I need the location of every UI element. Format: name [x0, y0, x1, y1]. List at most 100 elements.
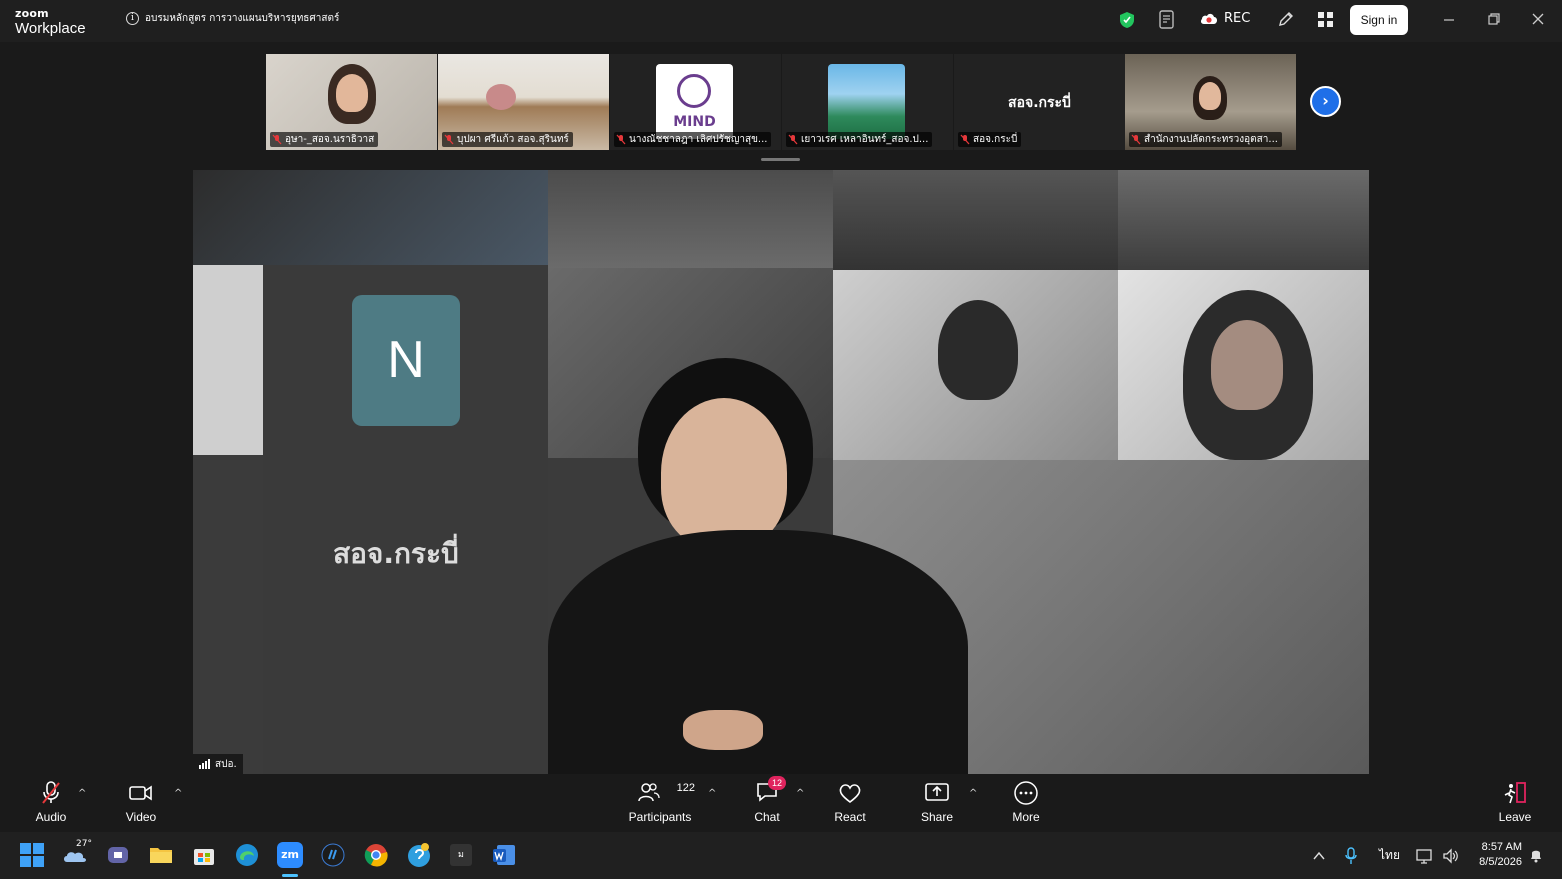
gallery-strip: อุษา-_สอจ.นราธิวาส บุปผา ศรีแก้ว สอจ.สุร…: [0, 42, 1562, 168]
app-window-icon[interactable]: ม: [450, 844, 472, 866]
sign-in-button[interactable]: Sign in: [1350, 5, 1408, 35]
mind-avatar: MIND: [656, 64, 733, 139]
video-options-caret[interactable]: ^: [174, 788, 182, 799]
microphone-icon: [1345, 846, 1357, 864]
windows-taskbar: 27° zm ม ไทย 8:57 AM 8/5/2026: [0, 832, 1562, 879]
microphone-tray[interactable]: [1344, 832, 1358, 879]
participant-face: [336, 74, 368, 112]
zoom-app-icon[interactable]: zm: [277, 842, 303, 868]
chrome-browser-icon[interactable]: [363, 842, 389, 868]
video-cell: [193, 265, 263, 455]
teams-meet-icon[interactable]: [105, 842, 131, 868]
signal-bars-icon: [199, 759, 210, 769]
react-button[interactable]: React: [830, 780, 870, 824]
participant-name: อุษา-_สอจ.นราธิวาส: [285, 134, 375, 145]
notification-bell-icon[interactable]: [1528, 847, 1544, 863]
file-explorer-icon[interactable]: [148, 842, 174, 868]
speaker-face: [661, 398, 787, 548]
video-button[interactable]: Video: [120, 780, 162, 824]
notes-icon[interactable]: [1158, 10, 1176, 30]
audio-options-caret[interactable]: ^: [78, 788, 86, 799]
main-video[interactable]: N สอจ.กระบี่ สปอ.: [193, 170, 1369, 774]
edge-browser-icon[interactable]: [234, 842, 260, 868]
video-camera-icon: [129, 785, 152, 801]
more-button[interactable]: More: [1006, 780, 1046, 824]
participant-tile[interactable]: บุปผา ศรีแก้ว สอจ.สุรินทร์: [438, 54, 609, 150]
participant-name-tag: อุษา-_สอจ.นราธิวาส: [270, 132, 379, 147]
more-dots-icon: [1014, 781, 1038, 805]
strip-resize-handle[interactable]: [761, 158, 800, 161]
mic-off-icon: [444, 134, 454, 145]
participant-center-label: สอจ.กระบี่: [1008, 95, 1071, 111]
chat-label: Chat: [754, 810, 780, 824]
participant-tile[interactable]: อุษา-_สอจ.นราธิวาส: [266, 54, 437, 150]
audio-label: Audio: [35, 810, 67, 824]
rec-label: REC: [1224, 11, 1251, 26]
share-button[interactable]: Share: [917, 780, 957, 824]
mic-off-icon: [616, 134, 626, 145]
hp-app-icon[interactable]: [320, 842, 346, 868]
participants-count: 122: [676, 782, 695, 794]
leave-button[interactable]: Leave: [1495, 780, 1535, 824]
language-label: ไทย: [1379, 848, 1400, 862]
restore-icon[interactable]: [1487, 12, 1501, 26]
participants-options-caret[interactable]: ^: [708, 788, 716, 799]
flower-vase: [486, 84, 516, 110]
rec-indicator[interactable]: REC: [1200, 11, 1250, 26]
language-indicator[interactable]: ไทย: [1379, 832, 1400, 879]
participant-tile[interactable]: สำนักงานปลัดกระทรวงอุตสา...: [1125, 54, 1296, 150]
video-label: Video: [125, 810, 157, 824]
react-label: React: [834, 810, 866, 824]
participant-name: นางณัชชาลฎา เลิศปรัชญาสุข...: [629, 134, 768, 145]
minimize-icon[interactable]: [1442, 12, 1456, 26]
participant-name: สำนักงานปลัดกระทรวงอุตสา...: [1144, 134, 1278, 145]
meeting-title[interactable]: i อบรมหลักสูตร การวางแผนบริหารยุทธศาสตร์: [126, 11, 339, 26]
apps-grid-icon[interactable]: [1317, 11, 1334, 28]
chat-button[interactable]: 12 Chat: [747, 776, 787, 824]
avatar-text: MIND: [673, 114, 716, 130]
participants-label: Participants: [628, 810, 692, 824]
weather-icon[interactable]: 27°: [62, 839, 94, 868]
network-icon: [1416, 848, 1432, 864]
active-app-indicator: [282, 874, 298, 877]
speaker-name-tag: สปอ.: [193, 754, 243, 774]
participant-figure: [938, 300, 1018, 400]
windows-start-icon[interactable]: [19, 842, 45, 868]
microsoft-store-icon[interactable]: [191, 842, 217, 868]
help-app-icon[interactable]: [406, 842, 432, 868]
mic-off-icon: [1131, 134, 1141, 145]
building-avatar: [828, 64, 905, 139]
video-cell: [833, 170, 1118, 270]
participant-face: [1211, 320, 1283, 410]
mic-off-icon: [788, 134, 798, 145]
word-app-icon[interactable]: [491, 842, 517, 868]
participant-name-tag: บุปผา ศรีแก้ว สอจ.สุรินทร์: [442, 132, 573, 147]
participant-tile[interactable]: เยาวเรศ เหลาอินทร์_สอจ.ป...: [782, 54, 953, 150]
more-label: More: [1012, 810, 1040, 824]
share-screen-icon: [925, 783, 949, 801]
close-icon[interactable]: [1531, 12, 1545, 26]
participant-label: สอจ.กระบี่: [333, 537, 459, 570]
system-tray-icons[interactable]: [1416, 832, 1458, 879]
speaker-hands: [683, 710, 763, 750]
system-clock[interactable]: 8:57 AM 8/5/2026: [1466, 840, 1522, 870]
participant-face: [1199, 82, 1221, 110]
video-cell: [1118, 170, 1369, 270]
annotate-pen-icon[interactable]: [1277, 10, 1295, 28]
leave-door-icon: [1504, 782, 1526, 804]
info-icon[interactable]: i: [126, 12, 139, 25]
meeting-controls: Audio ^ Video ^ 122 Participants ^ 12 Ch…: [0, 774, 1562, 832]
participant-tile[interactable]: MIND นางณัชชาลฎา เลิศปรัชญาสุข...: [610, 54, 781, 150]
tray-overflow-chevron[interactable]: [1312, 832, 1326, 879]
chevron-right-icon[interactable]: ›: [1310, 86, 1341, 117]
participants-button[interactable]: 122 Participants: [625, 780, 695, 824]
security-shield-icon[interactable]: [1119, 11, 1135, 29]
chat-unread-badge: 12: [768, 776, 787, 790]
participant-tile[interactable]: สอจ.กระบี่ สอจ.กระบี่: [954, 54, 1125, 150]
audio-button[interactable]: Audio: [30, 780, 72, 824]
participant-name-tag: เยาวเรศ เหลาอินทร์_สอจ.ป...: [786, 132, 933, 147]
participants-icon: [638, 783, 660, 802]
chat-options-caret[interactable]: ^: [796, 788, 804, 799]
meeting-title-text: อบรมหลักสูตร การวางแผนบริหารยุทธศาสตร์: [145, 13, 340, 24]
share-options-caret[interactable]: ^: [969, 788, 977, 799]
